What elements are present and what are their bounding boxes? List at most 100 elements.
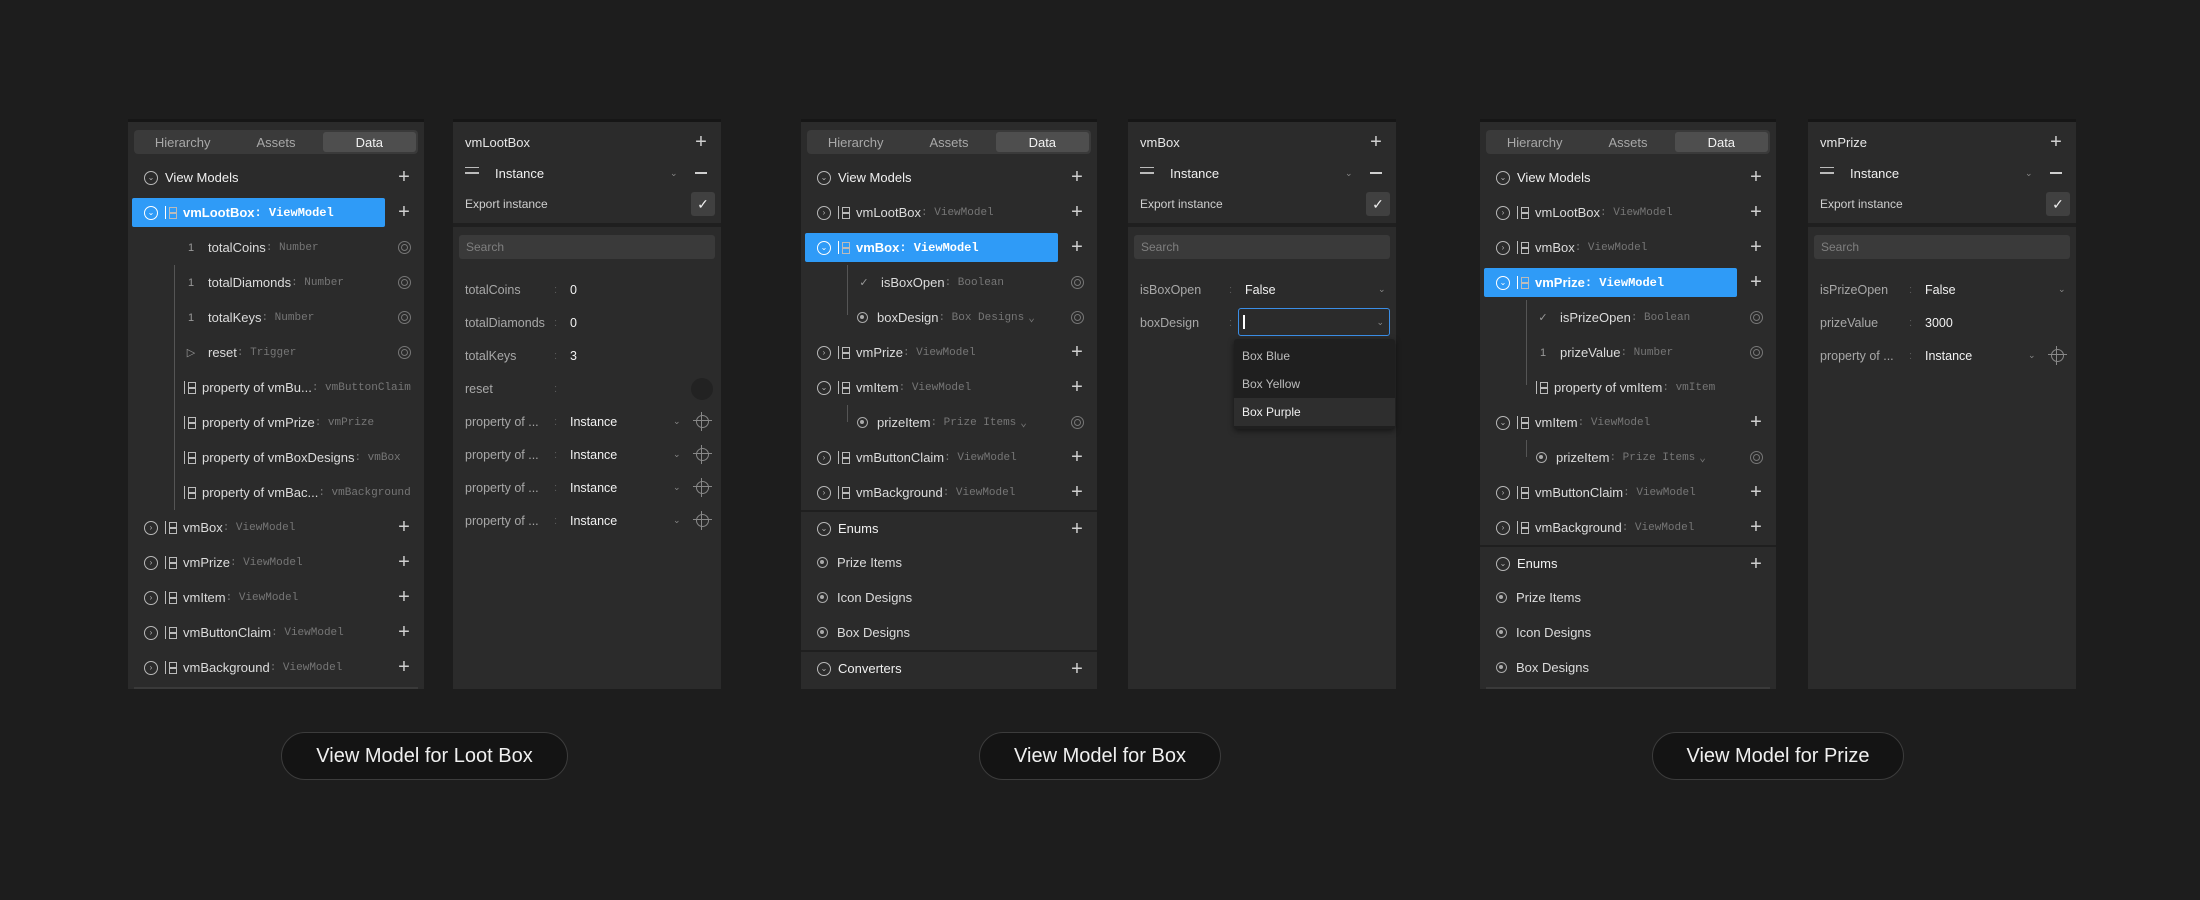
tab-data[interactable]: Data — [995, 132, 1089, 152]
enums-section[interactable]: ⌄ Enums + — [1480, 545, 1776, 580]
tree-item-vmbox[interactable]: › vmBox: ViewModel + — [1480, 230, 1776, 265]
chevron-right-icon[interactable]: › — [1496, 520, 1510, 535]
chevron-down-icon[interactable]: ⌄ — [1496, 170, 1510, 185]
chevron-down-icon[interactable]: ⌄ — [1496, 275, 1510, 290]
chevron-right-icon[interactable]: › — [144, 660, 158, 675]
tree-item-vmbackground[interactable]: › vmBackground: ViewModel + — [801, 475, 1097, 510]
enum-item[interactable]: Box Designs — [1480, 650, 1776, 685]
tree-item-property[interactable]: property of vmBoxDesigns: vmBox — [128, 440, 424, 475]
chevron-right-icon[interactable]: › — [817, 485, 831, 500]
add-enum-button[interactable]: + — [1748, 554, 1764, 574]
property-value[interactable]: 0 — [570, 283, 577, 297]
add-property-button[interactable]: + — [1748, 482, 1764, 502]
chevron-right-icon[interactable]: › — [144, 555, 158, 570]
tree-item-property[interactable]: ✓ isPrizeOpen: Boolean — [1480, 300, 1776, 335]
tree-item-vmlootbox[interactable]: › vmLootBox: ViewModel + — [801, 195, 1097, 230]
chevron-down-icon[interactable]: ⌄ — [817, 521, 831, 536]
enum-item[interactable]: Prize Items — [1480, 580, 1776, 615]
trigger-fire-button[interactable] — [691, 378, 713, 400]
chevron-right-icon[interactable]: › — [144, 520, 158, 535]
search-input[interactable]: Search — [1134, 235, 1390, 259]
view-models-section[interactable]: ⌄ View Models + — [801, 160, 1097, 195]
property-value[interactable]: 3 — [570, 349, 577, 363]
instance-selector[interactable]: Instance ⌄ — [465, 163, 709, 183]
add-property-button[interactable]: + — [396, 202, 412, 222]
add-property-button[interactable]: + — [1069, 482, 1085, 502]
add-instance-button[interactable]: + — [1368, 132, 1384, 152]
chevron-right-icon[interactable]: › — [1496, 205, 1510, 220]
export-instance-checkbox[interactable]: ✓ — [691, 192, 715, 216]
chevron-down-icon[interactable]: ⌄ — [1496, 415, 1510, 430]
tree-item-vmprize[interactable]: › vmPrize: ViewModel + — [801, 335, 1097, 370]
property-value[interactable]: False — [1925, 283, 1956, 297]
property-value[interactable]: Instance — [1925, 349, 1972, 363]
remove-instance-button[interactable] — [695, 172, 707, 174]
tree-item-vmbackground[interactable]: › vmBackground: ViewModel + — [128, 650, 424, 685]
menu-item[interactable]: Box Yellow — [1234, 370, 1395, 398]
tab-hierarchy[interactable]: Hierarchy — [809, 132, 902, 152]
tab-assets[interactable]: Assets — [902, 132, 995, 152]
bind-target-icon[interactable] — [398, 276, 411, 289]
tree-item-property[interactable]: 1 totalKeys: Number — [128, 300, 424, 335]
property-value[interactable]: Instance — [570, 448, 617, 462]
add-property-button[interactable]: + — [1069, 237, 1085, 257]
property-value[interactable]: 3000 — [1925, 316, 1953, 330]
property-value[interactable]: Instance — [570, 415, 617, 429]
crosshair-icon[interactable] — [693, 511, 712, 530]
tree-item-vmprize[interactable]: › vmPrize: ViewModel + — [128, 545, 424, 580]
tree-item-vmbox[interactable]: ⌄ vmBox: ViewModel + — [801, 230, 1097, 265]
tree-item-vmbuttonclaim[interactable]: › vmButtonClaim: ViewModel + — [801, 440, 1097, 475]
menu-item[interactable]: Box Purple — [1234, 398, 1395, 426]
remove-instance-button[interactable] — [1370, 172, 1382, 174]
tab-data[interactable]: Data — [322, 132, 416, 152]
tree-item-property[interactable]: ✓ isBoxOpen: Boolean — [801, 265, 1097, 300]
tab-data[interactable]: Data — [1674, 132, 1768, 152]
enum-item[interactable]: Icon Designs — [801, 580, 1097, 615]
chevron-down-icon[interactable]: ⌄ — [817, 380, 831, 395]
tree-item-property[interactable]: 1 prizeValue: Number — [1480, 335, 1776, 370]
converters-section[interactable]: ⌄ Converters + — [801, 650, 1097, 685]
add-enum-button[interactable]: + — [1069, 519, 1085, 539]
tree-item-property[interactable]: prizeItem: Prize Items ⌄ — [801, 405, 1097, 440]
instance-selector[interactable]: Instance ⌄ — [1140, 163, 1384, 183]
box-design-select[interactable]: ⌄ — [1238, 308, 1390, 336]
view-models-section[interactable]: ⌄ View Models + — [1480, 160, 1776, 195]
remove-instance-button[interactable] — [2050, 172, 2062, 174]
enum-item[interactable]: Box Designs — [801, 615, 1097, 650]
chevron-down-icon[interactable]: ⌄ — [144, 205, 158, 220]
chevron-right-icon[interactable]: › — [144, 625, 158, 640]
add-property-button[interactable]: + — [1748, 237, 1764, 257]
tree-item-vmbackground[interactable]: › vmBackground: ViewModel + — [1480, 510, 1776, 545]
add-view-model-button[interactable]: + — [396, 167, 412, 187]
chevron-down-icon[interactable]: ⌄ — [1699, 451, 1706, 465]
crosshair-icon[interactable] — [693, 412, 712, 431]
add-instance-button[interactable]: + — [693, 132, 709, 152]
bind-target-icon[interactable] — [398, 311, 411, 324]
bind-target-icon[interactable] — [1071, 276, 1084, 289]
add-property-button[interactable]: + — [1069, 342, 1085, 362]
chevron-right-icon[interactable]: › — [817, 450, 831, 465]
tree-item-property[interactable]: property of vmPrize: vmPrize — [128, 405, 424, 440]
crosshair-icon[interactable] — [693, 478, 712, 497]
add-property-button[interactable]: + — [1748, 412, 1764, 432]
add-view-model-button[interactable]: + — [1069, 167, 1085, 187]
bind-target-icon[interactable] — [1071, 311, 1084, 324]
tree-item-vmitem[interactable]: › vmItem: ViewModel + — [128, 580, 424, 615]
add-property-button[interactable]: + — [1748, 202, 1764, 222]
instance-selector[interactable]: Instance ⌄ — [1820, 163, 2064, 183]
add-view-model-button[interactable]: + — [1748, 167, 1764, 187]
enums-section[interactable]: ⌄ Enums + — [801, 510, 1097, 545]
tree-item-property[interactable]: prizeItem: Prize Items ⌄ — [1480, 440, 1776, 475]
bind-target-icon[interactable] — [1750, 346, 1763, 359]
chevron-down-icon[interactable]: ⌄ — [1020, 416, 1027, 430]
add-property-button[interactable]: + — [396, 587, 412, 607]
tree-item-vmprize[interactable]: ⌄ vmPrize: ViewModel + — [1480, 265, 1776, 300]
tab-assets[interactable]: Assets — [229, 132, 322, 152]
bind-target-icon[interactable] — [398, 346, 411, 359]
add-property-button[interactable]: + — [1069, 377, 1085, 397]
tree-item-vmitem[interactable]: ⌄ vmItem: ViewModel + — [1480, 405, 1776, 440]
tree-item-vmbuttonclaim[interactable]: › vmButtonClaim: ViewModel + — [1480, 475, 1776, 510]
chevron-right-icon[interactable]: › — [1496, 240, 1510, 255]
add-property-button[interactable]: + — [1748, 517, 1764, 537]
tree-item-vmbox[interactable]: › vmBox: ViewModel + — [128, 510, 424, 545]
